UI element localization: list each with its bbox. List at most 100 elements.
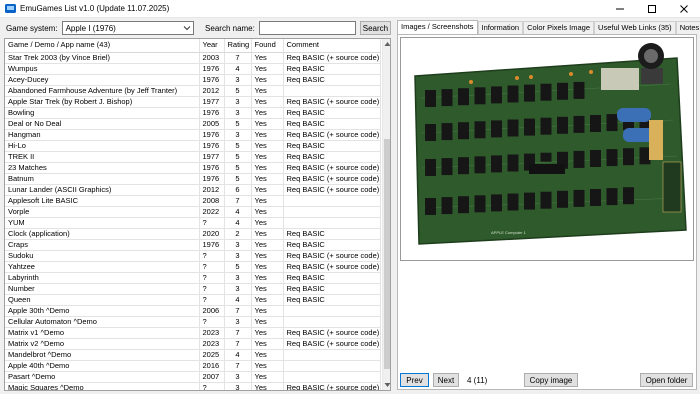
search-input[interactable] — [258, 21, 356, 35]
board-chip — [573, 81, 585, 99]
board-chip — [557, 82, 568, 100]
copy-image-button[interactable]: Copy image — [524, 373, 578, 387]
cell-name: Queen — [5, 294, 200, 306]
table-row[interactable]: Magic Squares ^Demo? 3 Yes Req BASIC (+ sou… — [5, 382, 381, 390]
cell-name: Magic Squares ^Demo — [5, 382, 200, 390]
next-button[interactable]: Next — [433, 373, 459, 387]
cell-name: Lunar Lander (ASCII Graphics) — [5, 184, 200, 196]
system-label: Game system: — [6, 23, 58, 33]
board-chip — [573, 189, 585, 207]
cell-comment: Req BASIC — [283, 74, 381, 86]
table-row[interactable]: Number? 3 Yes Req BASIC — [5, 283, 381, 295]
board-chip — [623, 187, 634, 205]
table-row[interactable]: Apple 40th ^Demo 2016 7 Yes — [5, 360, 381, 372]
pane-splitter[interactable] — [392, 18, 396, 394]
table-row[interactable]: Star Trek 2003 (by Vince Briel) 2003 7 Yes R… — [5, 52, 381, 64]
table-row[interactable]: Batnum 1976 5 Yes Req BASIC (+ source code) — [5, 173, 381, 185]
cell-year: ? — [199, 250, 225, 262]
header-comment[interactable]: Comment — [283, 39, 381, 53]
left-pane: Game system: Apple I (1976) Search name:… — [4, 18, 391, 394]
cell-comment — [283, 217, 381, 229]
table-row[interactable]: Sudoku? 3 Yes Req BASIC (+ source code) — [5, 250, 381, 262]
header-found[interactable]: Found — [251, 39, 284, 53]
table-header-row: Game / Demo / App name (43) Year Rating … — [5, 39, 381, 53]
board-cpu — [529, 164, 565, 174]
tab-information[interactable]: Information — [477, 21, 524, 34]
cell-found: Yes — [251, 349, 284, 361]
cell-found: Yes — [251, 140, 284, 152]
toolbar: Game system: Apple I (1976) Search name:… — [4, 20, 391, 36]
header-year[interactable]: Year — [199, 39, 225, 53]
table-row[interactable]: 23 Matches 1976 5 Yes Req BASIC (+ source co… — [5, 162, 381, 174]
board-chip — [425, 159, 436, 176]
close-icon — [680, 4, 688, 13]
scrollbar-thumb[interactable] — [384, 139, 390, 369]
table-row[interactable]: Apple 30th ^Demo 2006 7 Yes — [5, 305, 381, 317]
table-row[interactable]: Wumpus 1976 4 Yes Req BASIC — [5, 63, 381, 75]
minimize-button[interactable] — [604, 0, 636, 18]
maximize-button[interactable] — [636, 0, 668, 18]
prev-button[interactable]: Prev — [400, 373, 429, 387]
table-row[interactable]: YUM? 4 Yes — [5, 217, 381, 229]
table-row[interactable]: Labyrinth? 3 Yes Req BASIC — [5, 272, 381, 284]
table-row[interactable]: Queen? 4 Yes Req BASIC — [5, 294, 381, 306]
table-row[interactable]: Vorple 2022 4 Yes — [5, 206, 381, 218]
open-folder-button[interactable]: Open folder — [640, 373, 693, 387]
search-button[interactable]: Search — [359, 21, 391, 35]
games-table[interactable]: Game / Demo / App name (43) Year Rating … — [4, 38, 391, 391]
board-chip — [441, 123, 453, 141]
board-chip — [507, 85, 519, 103]
cell-rating: 3 — [224, 250, 252, 262]
close-button[interactable] — [668, 0, 700, 18]
tab-color-pixels-image[interactable]: Color Pixels Image — [523, 21, 595, 34]
table-row[interactable]: TREK II 1977 5 Yes Req BASIC — [5, 151, 381, 163]
cell-name: Wumpus — [5, 63, 200, 75]
table-row[interactable]: Yahtzee? 5 Yes Req BASIC (+ source code) — [5, 261, 381, 273]
table-row[interactable]: Bowling 1976 3 Yes Req BASIC — [5, 107, 381, 119]
cell-found: Yes — [251, 360, 284, 372]
tab-useful-web-links-35[interactable]: Useful Web Links (35) — [594, 21, 676, 34]
tab-notes[interactable]: Notes — [675, 21, 700, 34]
cell-rating: 4 — [224, 217, 252, 229]
cell-name: YUM — [5, 217, 200, 229]
cell-year: 1976 — [199, 63, 225, 75]
table-row[interactable]: Hangman 1976 3 Yes Req BASIC (+ source code) — [5, 129, 381, 141]
table-row[interactable]: Lunar Lander (ASCII Graphics) 2012 6 Yes Req… — [5, 184, 381, 196]
cell-rating: 7 — [224, 327, 252, 339]
cell-comment: Req BASIC — [283, 118, 381, 130]
table-row[interactable]: Clock (application) 2020 2 Yes Req BASIC — [5, 228, 381, 240]
screenshot-viewer: APPLE Computer 1 — [400, 37, 694, 261]
table-row[interactable]: Craps 1976 3 Yes Req BASIC — [5, 239, 381, 251]
cell-rating: 4 — [224, 206, 252, 218]
cell-rating: 7 — [224, 360, 252, 372]
maximize-icon — [648, 4, 656, 13]
image-counter: 4 (11) — [467, 376, 488, 385]
table-row[interactable]: Applesoft Lite BASIC 2008 7 Yes — [5, 195, 381, 207]
board-chip — [557, 190, 568, 208]
table-row[interactable]: Apple Star Trek (by Robert J. Bishop) 197… — [5, 96, 381, 108]
cell-comment: Req BASIC — [283, 107, 381, 119]
table-row[interactable]: Pasart ^Demo 2007 3 Yes — [5, 371, 381, 383]
cell-year: 1976 — [199, 107, 225, 119]
table-row[interactable]: Hi-Lo 1976 5 Yes Req BASIC — [5, 140, 381, 152]
table-row[interactable]: Mandelbrot ^Demo 2025 4 Yes — [5, 349, 381, 361]
header-name[interactable]: Game / Demo / App name (43) — [5, 39, 200, 53]
table-row[interactable]: Deal or No Deal 2005 5 Yes Req BASIC — [5, 118, 381, 130]
cell-name: Vorple — [5, 206, 200, 218]
cell-year: 1977 — [199, 96, 225, 108]
table-row[interactable]: Abandoned Farmhouse Adventure (by Jeff T… — [5, 85, 381, 97]
cell-name: 23 Matches — [5, 162, 200, 174]
table-scrollbar[interactable] — [382, 39, 390, 390]
system-select[interactable]: Apple I (1976) — [61, 21, 195, 35]
header-rating[interactable]: Rating — [224, 39, 252, 53]
scroll-up-icon — [384, 42, 390, 46]
table-row[interactable]: Cellular Automaton ^Demo? 3 Yes — [5, 316, 381, 328]
cell-rating: 3 — [224, 129, 252, 141]
table-row[interactable]: Matrix v2 ^Demo 2023 7 Yes Req BASIC (+ sour… — [5, 338, 381, 350]
table-row[interactable]: Acey-Ducey 1976 3 Yes Req BASIC — [5, 74, 381, 86]
board-chip — [524, 192, 535, 210]
cell-found: Yes — [251, 129, 284, 141]
tab-images-screenshots[interactable]: Images / Screenshots — [397, 20, 478, 34]
board-chip — [524, 118, 535, 136]
table-row[interactable]: Matrix v1 ^Demo 2023 7 Yes Req BASIC (+ sour… — [5, 327, 381, 339]
